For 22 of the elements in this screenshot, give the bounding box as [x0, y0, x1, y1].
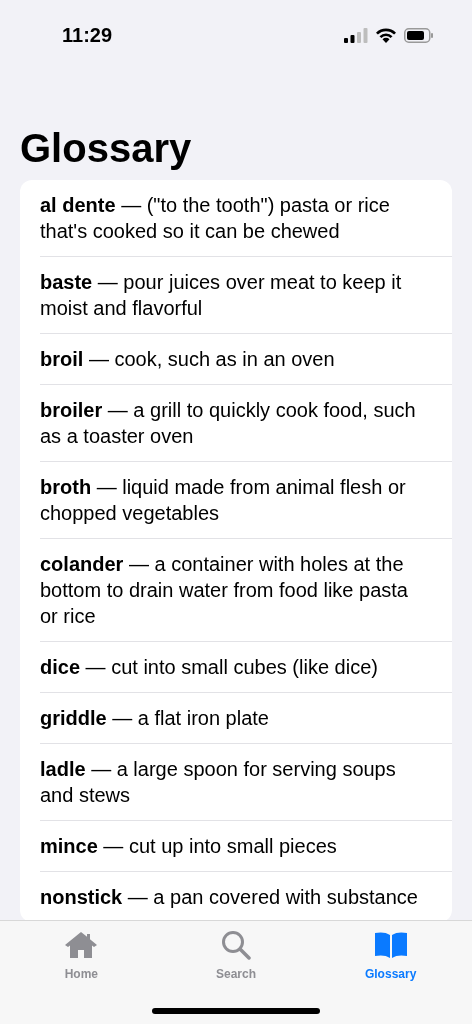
glossary-entry: nonstick — a pan covered with substance [40, 885, 419, 910]
page-title: Glossary [20, 125, 193, 172]
tab-item[interactable]: Search [176, 929, 296, 983]
tab-item[interactable]: Home [21, 929, 142, 983]
signal-icon [344, 27, 368, 43]
glossary-entry: colander — a container with holes at the bottom to drain water from food like pasta or rice [40, 552, 409, 629]
glossary-entry: ladle — a large spoon for serving soups and stews [40, 757, 397, 808]
battery-icon [404, 27, 434, 43]
glossary-entry: dice — cut into small cubes (like dice) [40, 655, 379, 680]
glossary-entry: broil — cook, such as in an oven [40, 347, 336, 372]
open-book-icon [373, 931, 408, 959]
status-time: 11:29 [62, 23, 113, 48]
glossary-entry: broth — liquid made from animal flesh or chopped vegetables [40, 475, 407, 526]
glossary-entry: baste — pour juices over meat to keep it moist and flavorful [40, 270, 403, 321]
glossary-entry: broiler — a grill to quickly cook food, such as a toaster oven [40, 398, 417, 449]
glossary-entry: al dente — ("to the tooth") pasta or rice that's cooked so it can be chewed [40, 193, 391, 244]
tab-item[interactable]: Glossary [330, 929, 451, 983]
glossary-entry: mince — cut up into small pieces [40, 834, 338, 859]
search-icon [221, 930, 251, 960]
home-icon [64, 931, 99, 959]
wifi-icon [375, 27, 397, 43]
glossary-entry: griddle — a flat iron plate [40, 706, 270, 731]
